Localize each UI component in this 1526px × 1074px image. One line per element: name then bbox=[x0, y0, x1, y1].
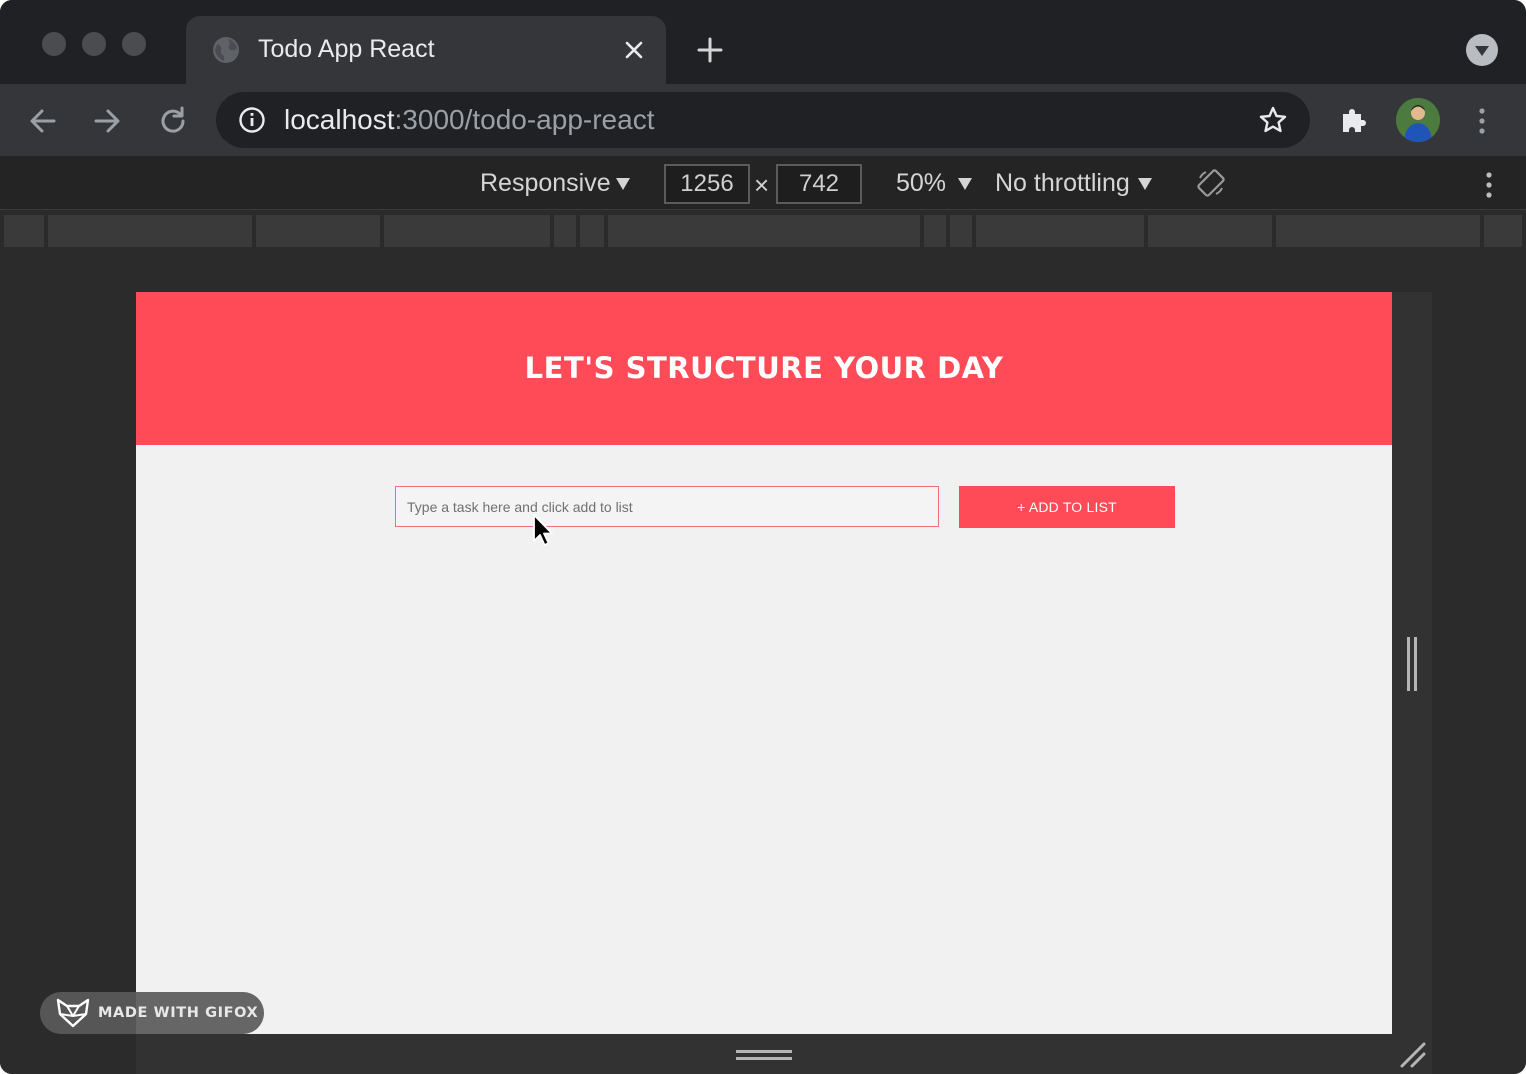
globe-icon bbox=[213, 37, 239, 63]
media-query-segment[interactable] bbox=[48, 215, 252, 247]
url-text[interactable]: localhost:3000/todo-app-react bbox=[284, 104, 654, 136]
device-caret-icon[interactable] bbox=[616, 178, 630, 190]
media-query-segment[interactable] bbox=[924, 215, 946, 247]
tab-title: Todo App React bbox=[258, 35, 435, 63]
back-arrow-icon[interactable] bbox=[26, 104, 60, 138]
media-query-segment[interactable] bbox=[976, 215, 1144, 247]
browser-tab[interactable]: Todo App React bbox=[186, 16, 666, 84]
bookmark-star-icon[interactable] bbox=[1258, 105, 1288, 135]
media-query-segment[interactable] bbox=[1276, 215, 1480, 247]
close-icon[interactable] bbox=[622, 38, 646, 62]
browser-toolbar: localhost:3000/todo-app-react bbox=[0, 84, 1526, 156]
extensions-puzzle-icon[interactable] bbox=[1338, 104, 1370, 136]
window-zoom-light[interactable] bbox=[122, 32, 146, 56]
width-field[interactable]: 1256 bbox=[664, 164, 750, 204]
info-icon[interactable] bbox=[238, 106, 266, 134]
profile-avatar[interactable] bbox=[1396, 98, 1440, 142]
watermark-label: MADE WITH GIFOX bbox=[98, 1005, 259, 1021]
url-host: localhost bbox=[284, 104, 395, 135]
window-close-light[interactable] bbox=[42, 32, 66, 56]
task-input[interactable] bbox=[395, 486, 939, 527]
gifox-watermark: MADE WITH GIFOX bbox=[40, 992, 264, 1034]
device-toolbar-menu-icon[interactable] bbox=[1478, 170, 1500, 200]
media-query-bar bbox=[0, 211, 1526, 251]
media-query-segment[interactable] bbox=[950, 215, 972, 247]
emulated-page: LET'S STRUCTURE YOUR DAY + ADD TO LIST bbox=[136, 292, 1392, 1034]
zoom-select[interactable]: 50% bbox=[896, 169, 946, 198]
rotate-icon[interactable] bbox=[1196, 168, 1226, 198]
url-path: :3000/todo-app-react bbox=[394, 104, 655, 135]
forward-arrow-icon[interactable] bbox=[90, 104, 124, 138]
reload-icon[interactable] bbox=[156, 104, 190, 138]
media-query-segment[interactable] bbox=[580, 215, 604, 247]
address-bar[interactable]: localhost:3000/todo-app-react bbox=[216, 92, 1310, 148]
media-query-segment[interactable] bbox=[1148, 215, 1272, 247]
window-minimize-light[interactable] bbox=[82, 32, 106, 56]
resize-handle-right[interactable] bbox=[1405, 637, 1419, 691]
media-query-segment[interactable] bbox=[4, 215, 44, 247]
media-query-segment[interactable] bbox=[1484, 215, 1522, 247]
add-to-list-button[interactable]: + ADD TO LIST bbox=[959, 486, 1175, 528]
page-title: LET'S STRUCTURE YOUR DAY bbox=[524, 350, 1004, 385]
device-select[interactable]: Responsive bbox=[480, 169, 611, 198]
mouse-cursor-icon bbox=[533, 514, 553, 546]
browser-menu-icon[interactable] bbox=[1470, 106, 1494, 136]
resize-handle-bottom[interactable] bbox=[736, 1048, 792, 1062]
media-query-segment[interactable] bbox=[256, 215, 380, 247]
times-icon: × bbox=[754, 170, 770, 200]
media-query-segment[interactable] bbox=[554, 215, 576, 247]
avatar-image bbox=[1396, 98, 1440, 142]
throttling-caret-icon[interactable] bbox=[1138, 178, 1152, 190]
media-query-segment[interactable] bbox=[384, 215, 550, 247]
tab-strip: Todo App React bbox=[0, 0, 1526, 84]
resize-handle-corner[interactable] bbox=[1398, 1040, 1426, 1068]
device-toolbar: Responsive 1256 × 742 50% No throttling bbox=[0, 156, 1526, 210]
browser-window: Todo App React localhost:3000/todo-app-r… bbox=[0, 0, 1526, 1074]
media-query-segment[interactable] bbox=[608, 215, 920, 247]
header-banner: LET'S STRUCTURE YOUR DAY bbox=[136, 292, 1392, 445]
height-field[interactable]: 742 bbox=[776, 164, 862, 204]
throttling-select[interactable]: No throttling bbox=[995, 169, 1130, 198]
tab-search-button[interactable] bbox=[1466, 34, 1498, 66]
fox-logo-icon bbox=[56, 998, 90, 1028]
zoom-caret-icon[interactable] bbox=[958, 178, 972, 190]
new-tab-icon[interactable] bbox=[696, 36, 724, 64]
